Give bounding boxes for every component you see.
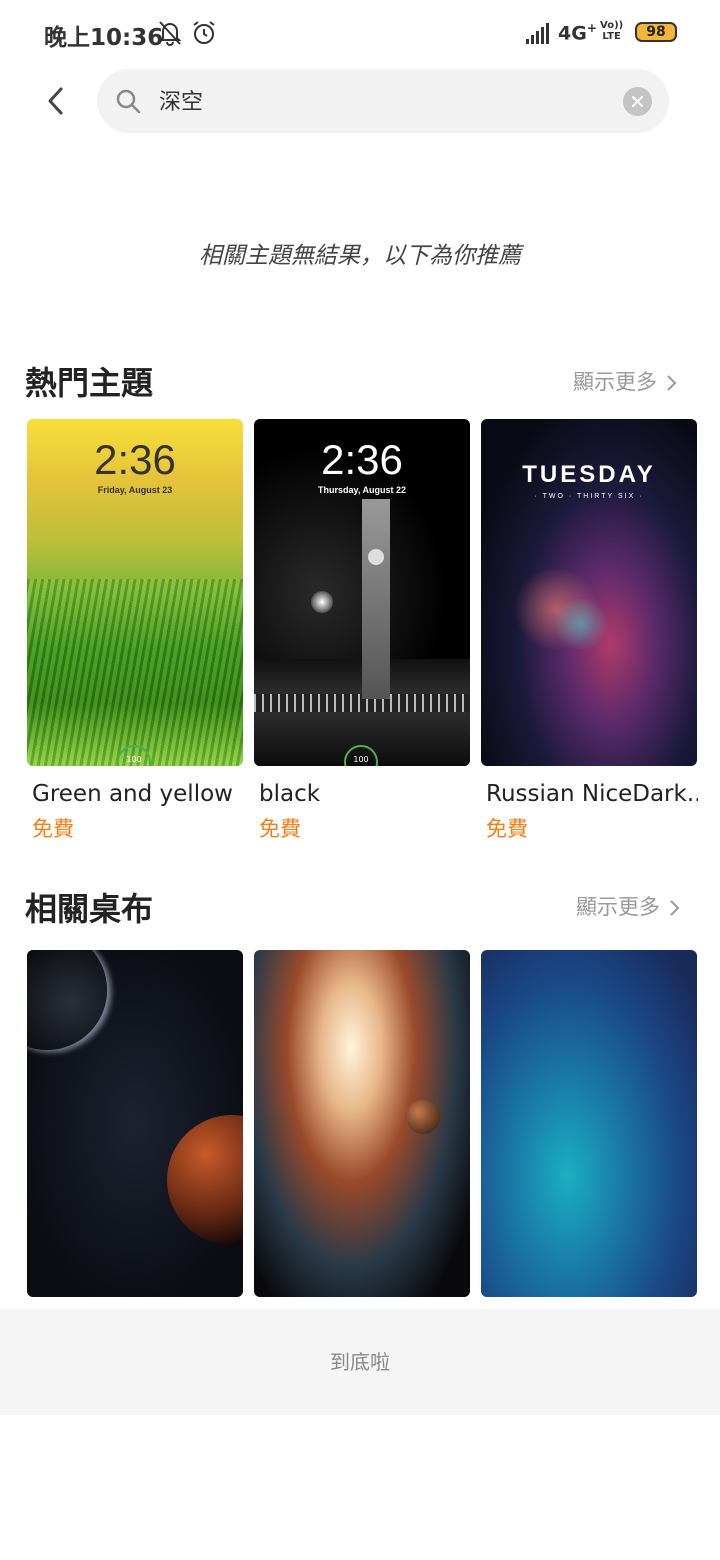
show-more-label: 顯示更多 [576,895,660,919]
theme-card-black[interactable]: 2:36 Thursday, August 22 100 [254,419,470,766]
wallpaper-card[interactable] [481,950,697,1297]
clear-icon[interactable] [623,87,652,116]
signal-icon [526,23,549,44]
theme-price: 免費 [259,817,301,841]
chevron-right-icon [670,900,680,916]
planet-small [406,1100,440,1134]
network-type: 4G+ [558,21,597,45]
bell-off-icon [158,21,182,46]
wallpaper-card[interactable] [254,950,470,1297]
theme-name: Russian NiceDark... [486,781,698,807]
lockscreen-clock: 2:36 Friday, August 23 [94,436,176,496]
street-lamp [311,591,333,613]
planet-dark [27,950,107,1050]
lockscreen-clock: 2:36 Thursday, August 22 [317,436,406,496]
hot-themes-show-more[interactable]: 顯示更多 [573,366,677,396]
theme-card-green-and-yellow[interactable]: 2:36 Friday, August 23 100 [27,419,243,766]
search-icon [116,89,141,114]
planet-red [167,1115,243,1245]
related-wallpapers-show-more[interactable]: 顯示更多 [576,891,680,921]
search-input[interactable] [159,87,599,112]
theme-price: 免費 [32,817,74,841]
grass-texture [27,579,243,766]
show-more-label: 顯示更多 [573,370,657,394]
alarm-icon [193,21,215,44]
battery-indicator: 98 [635,22,677,42]
wallpaper-card[interactable] [27,950,243,1297]
clock-tower [362,499,390,699]
section-title-hot-themes: 熱門主題 [25,364,154,402]
theme-card-russian-nicedark[interactable]: TUESDAY · TWO · THIRTY SIX · [481,419,697,766]
back-icon[interactable] [40,84,72,118]
status-bar: 晚上10:36 4G+ Vo)) LTE 98 [0,0,720,66]
volte-indicator: Vo)) LTE [600,20,624,42]
nebula-core [551,599,611,649]
status-time: 晚上10:36 [44,25,164,51]
tower-clock-face [368,549,384,565]
theme-name: Green and yellow [32,781,233,807]
end-of-list-footer: 到底啦 [0,1309,720,1415]
search-bar[interactable] [97,69,669,133]
section-title-related-wallpapers: 相關桌布 [25,890,154,928]
theme-price: 免費 [486,817,528,841]
theme-name: black [259,781,321,807]
lockscreen-clock: TUESDAY · TWO · THIRTY SIX · [522,461,656,500]
chevron-right-icon [667,375,677,391]
no-results-notice: 相關主題無結果，以下為你推薦 [199,243,521,269]
